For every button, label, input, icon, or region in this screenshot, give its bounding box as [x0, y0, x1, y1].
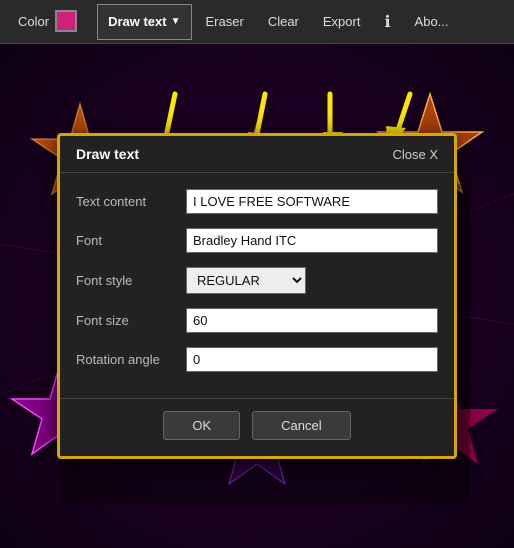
text-content-row: Text content [76, 189, 438, 214]
canvas-area: Draw text Close X Text content Font Font… [0, 44, 514, 548]
info-icon[interactable]: ℹ [374, 4, 400, 40]
export-label: Export [323, 14, 361, 29]
font-row: Font [76, 228, 438, 253]
about-button[interactable]: Abo... [405, 4, 459, 40]
clear-button[interactable]: Clear [258, 4, 309, 40]
cancel-button[interactable]: Cancel [252, 411, 350, 440]
eraser-button[interactable]: Eraser [196, 4, 254, 40]
text-content-input[interactable] [186, 189, 438, 214]
font-label: Font [76, 233, 186, 248]
clear-label: Clear [268, 14, 299, 29]
rotation-input[interactable] [186, 347, 438, 372]
draw-text-dialog: Draw text Close X Text content Font Font… [57, 133, 457, 459]
export-button[interactable]: Export [313, 4, 371, 40]
text-content-label: Text content [76, 194, 186, 209]
font-style-label: Font style [76, 273, 186, 288]
color-picker-button[interactable]: Color [8, 4, 93, 40]
font-style-select[interactable]: REGULAR BOLD ITALIC [186, 267, 306, 294]
font-size-label: Font size [76, 313, 186, 328]
eraser-label: Eraser [206, 14, 244, 29]
font-size-input[interactable] [186, 308, 438, 333]
dialog-overlay: Draw text Close X Text content Font Font… [0, 44, 514, 548]
color-label: Color [18, 14, 49, 29]
about-label: Abo... [415, 14, 449, 29]
dialog-body: Text content Font Font style REGULAR BOL… [60, 173, 454, 394]
chevron-down-icon: ▼ [171, 16, 181, 27]
rotation-label: Rotation angle [76, 352, 186, 367]
draw-text-label: Draw text [108, 14, 167, 29]
dialog-close-button[interactable]: Close X [392, 147, 438, 162]
font-input[interactable] [186, 228, 438, 253]
font-size-row: Font size [76, 308, 438, 333]
color-swatch-pink [55, 10, 77, 32]
toolbar: Color Draw text ▼ Eraser Clear Export ℹ … [0, 0, 514, 44]
dialog-title-bar: Draw text Close X [60, 136, 454, 173]
rotation-row: Rotation angle [76, 347, 438, 372]
ok-button[interactable]: OK [163, 411, 240, 440]
dialog-footer: OK Cancel [60, 398, 454, 456]
font-style-row: Font style REGULAR BOLD ITALIC [76, 267, 438, 294]
draw-text-button[interactable]: Draw text ▼ [97, 4, 191, 40]
dialog-title: Draw text [76, 146, 139, 162]
